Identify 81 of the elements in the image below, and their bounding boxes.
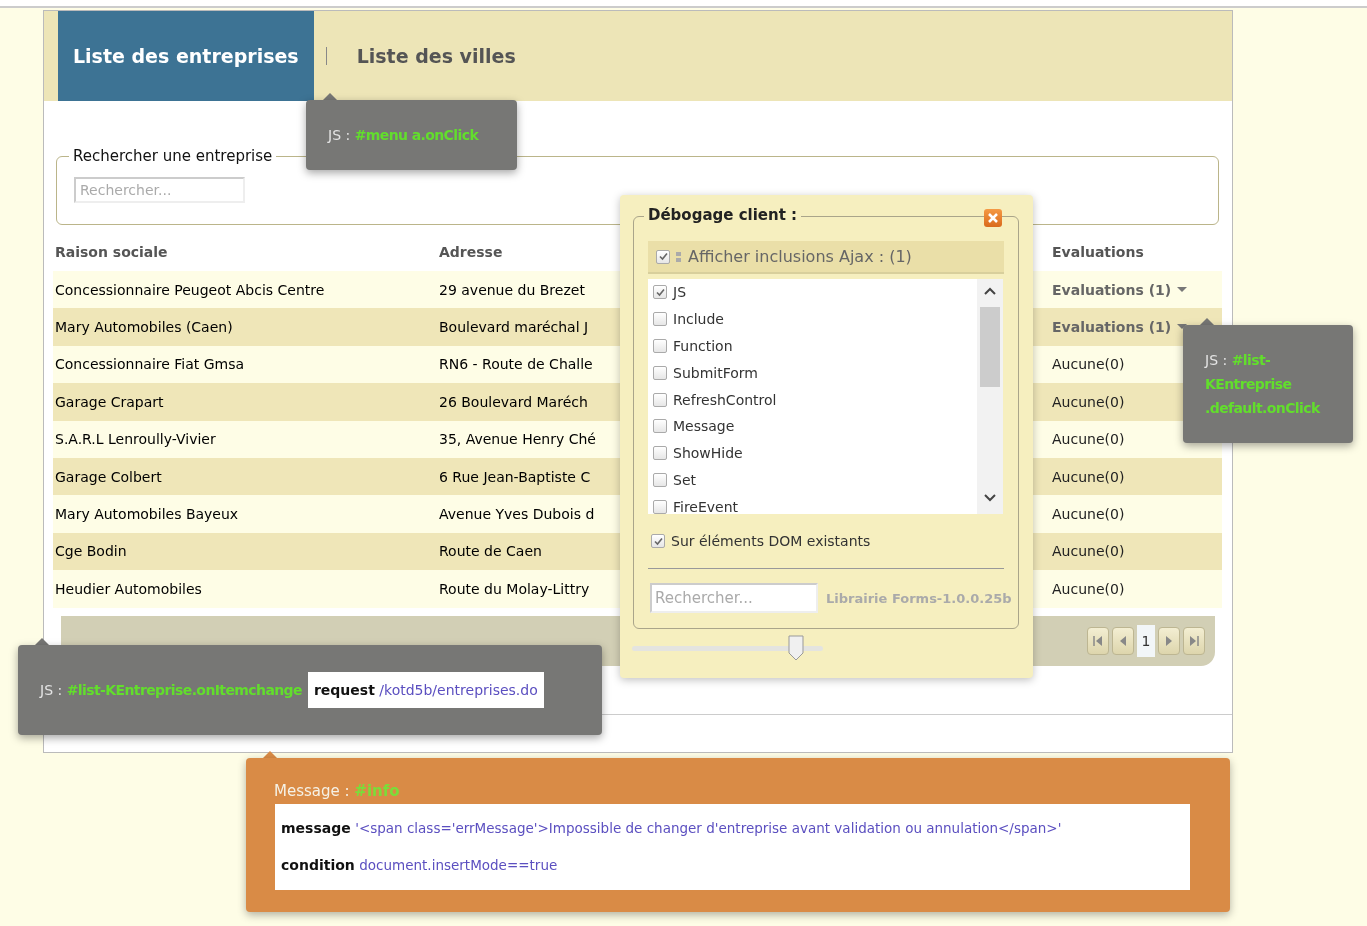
table-cell: 35, Avenue Henry Ché [439, 431, 596, 448]
close-button[interactable] [984, 209, 1002, 227]
tab[interactable]: Liste des entreprises [58, 11, 314, 101]
checkbox-label: Message [673, 418, 735, 435]
table-cell: 26 Boulevard Maréch [439, 393, 588, 410]
checkbox-label: Set [673, 471, 696, 488]
evaluations-dropdown[interactable]: Evaluations (1) [1052, 281, 1188, 298]
table-cell: Garage Colbert [55, 468, 162, 485]
checkbox[interactable] [653, 419, 667, 434]
first-page-button[interactable] [1087, 626, 1109, 655]
panel-title: Débogage client : [644, 206, 802, 224]
table-cell: Heudier Automobiles [55, 580, 202, 597]
table-cell: Concessionnaire Peugeot Abcis Centre [55, 281, 325, 298]
checkbox[interactable] [653, 472, 667, 487]
checkbox-label: Function [673, 338, 733, 354]
table-cell: Aucune(0) [1052, 468, 1125, 485]
close-icon [988, 213, 998, 223]
slider-track[interactable] [632, 635, 823, 662]
checkbox-label: RefreshControl [673, 391, 777, 408]
checkbox[interactable] [651, 534, 665, 548]
table-cell: Mary Automobiles Bayeux [55, 506, 239, 523]
column-header: Adresse [439, 244, 503, 260]
table-cell: 29 avenue du Brezet [439, 281, 585, 298]
checkbox[interactable] [653, 339, 667, 353]
checkbox[interactable] [656, 249, 670, 264]
checkbox-label: SubmitForm [673, 364, 758, 381]
table-cell: Boulevard maréchal J [439, 319, 589, 336]
checkbox-label: ShowHide [673, 445, 743, 462]
column-header: Evaluations [1052, 244, 1144, 260]
last-page-button[interactable] [1183, 626, 1205, 655]
checkbox-label: Sur éléments DOM existants [671, 533, 871, 549]
checkbox[interactable] [653, 312, 667, 327]
slider-thumb[interactable] [788, 635, 805, 661]
table-cell: S.A.R.L Lenroully-Vivier [55, 431, 216, 448]
tooltip-text: JS : #list-KEntreprise.default.onClick [1205, 351, 1322, 418]
tooltip-text: JS : #menu a.onClick [328, 126, 479, 145]
grip-icon [676, 250, 682, 263]
table-cell: Aucune(0) [1052, 506, 1125, 523]
scrollbar-thumb[interactable] [980, 307, 1000, 387]
table-cell: Aucune(0) [1052, 580, 1125, 597]
table-cell: Cge Bodin [55, 543, 127, 560]
page-number[interactable]: 1 [1137, 624, 1155, 657]
column-header: Raison sociale [55, 244, 168, 260]
table-cell: Aucune(0) [1052, 543, 1125, 560]
table-cell: Mary Automobiles (Caen) [55, 319, 233, 336]
first-page-icon [1092, 634, 1104, 647]
table-cell: Aucune(0) [1052, 393, 1125, 410]
table-cell: Concessionnaire Fiat Gmsa [55, 356, 245, 373]
table-cell: Garage Crapart [55, 393, 164, 410]
tooltip-text: JS : #list-KEntreprise.onItemchange [40, 681, 302, 700]
chevron-up-icon[interactable] [984, 287, 996, 295]
checkbox-label: JS [673, 284, 686, 301]
search-legend: Rechercher une entreprise [69, 147, 277, 165]
message-field: condition document.insertMode==true [281, 847, 1184, 884]
table-cell: 6 Rue Jean-Baptiste C [439, 468, 591, 485]
checkbox-label: FireEvent [673, 498, 739, 514]
table-cell: Avenue Yves Dubois d [439, 506, 595, 523]
previous-page-button[interactable] [1112, 626, 1134, 655]
chevron-down-icon[interactable] [984, 494, 996, 502]
table-cell: RN6 - Route de Challe [439, 356, 593, 373]
checkbox[interactable] [653, 392, 667, 407]
ajax-label: Afficher inclusions Ajax : (1) [688, 247, 912, 266]
version-label: Librairie Forms-1.0.0.25b [826, 591, 1012, 606]
table-cell: Aucune(0) [1052, 431, 1125, 448]
checkbox[interactable] [653, 365, 667, 380]
checkbox[interactable] [653, 499, 667, 514]
search-field[interactable]: Rechercher... [650, 583, 818, 613]
checkbox-label: Include [673, 311, 724, 328]
caret-icon [1177, 286, 1188, 293]
tab[interactable]: Liste des villes [341, 11, 531, 101]
search-field[interactable]: Rechercher... [74, 177, 245, 203]
checkbox[interactable] [653, 446, 667, 461]
table-cell: Route de Caen [439, 543, 542, 560]
table-cell: Aucune(0) [1052, 356, 1125, 373]
table-cell: Route du Molay-Littry [439, 580, 590, 597]
scrollbar[interactable] [977, 279, 1003, 514]
last-page-icon [1188, 634, 1200, 647]
next-page-button[interactable] [1158, 626, 1180, 655]
checkbox[interactable] [653, 285, 667, 300]
message-title: Message : #info [274, 782, 401, 800]
message-field: message '<span class='errMessage'>Impossible de changer d'entreprise avant validation ou annulation</span>' [281, 810, 1184, 847]
